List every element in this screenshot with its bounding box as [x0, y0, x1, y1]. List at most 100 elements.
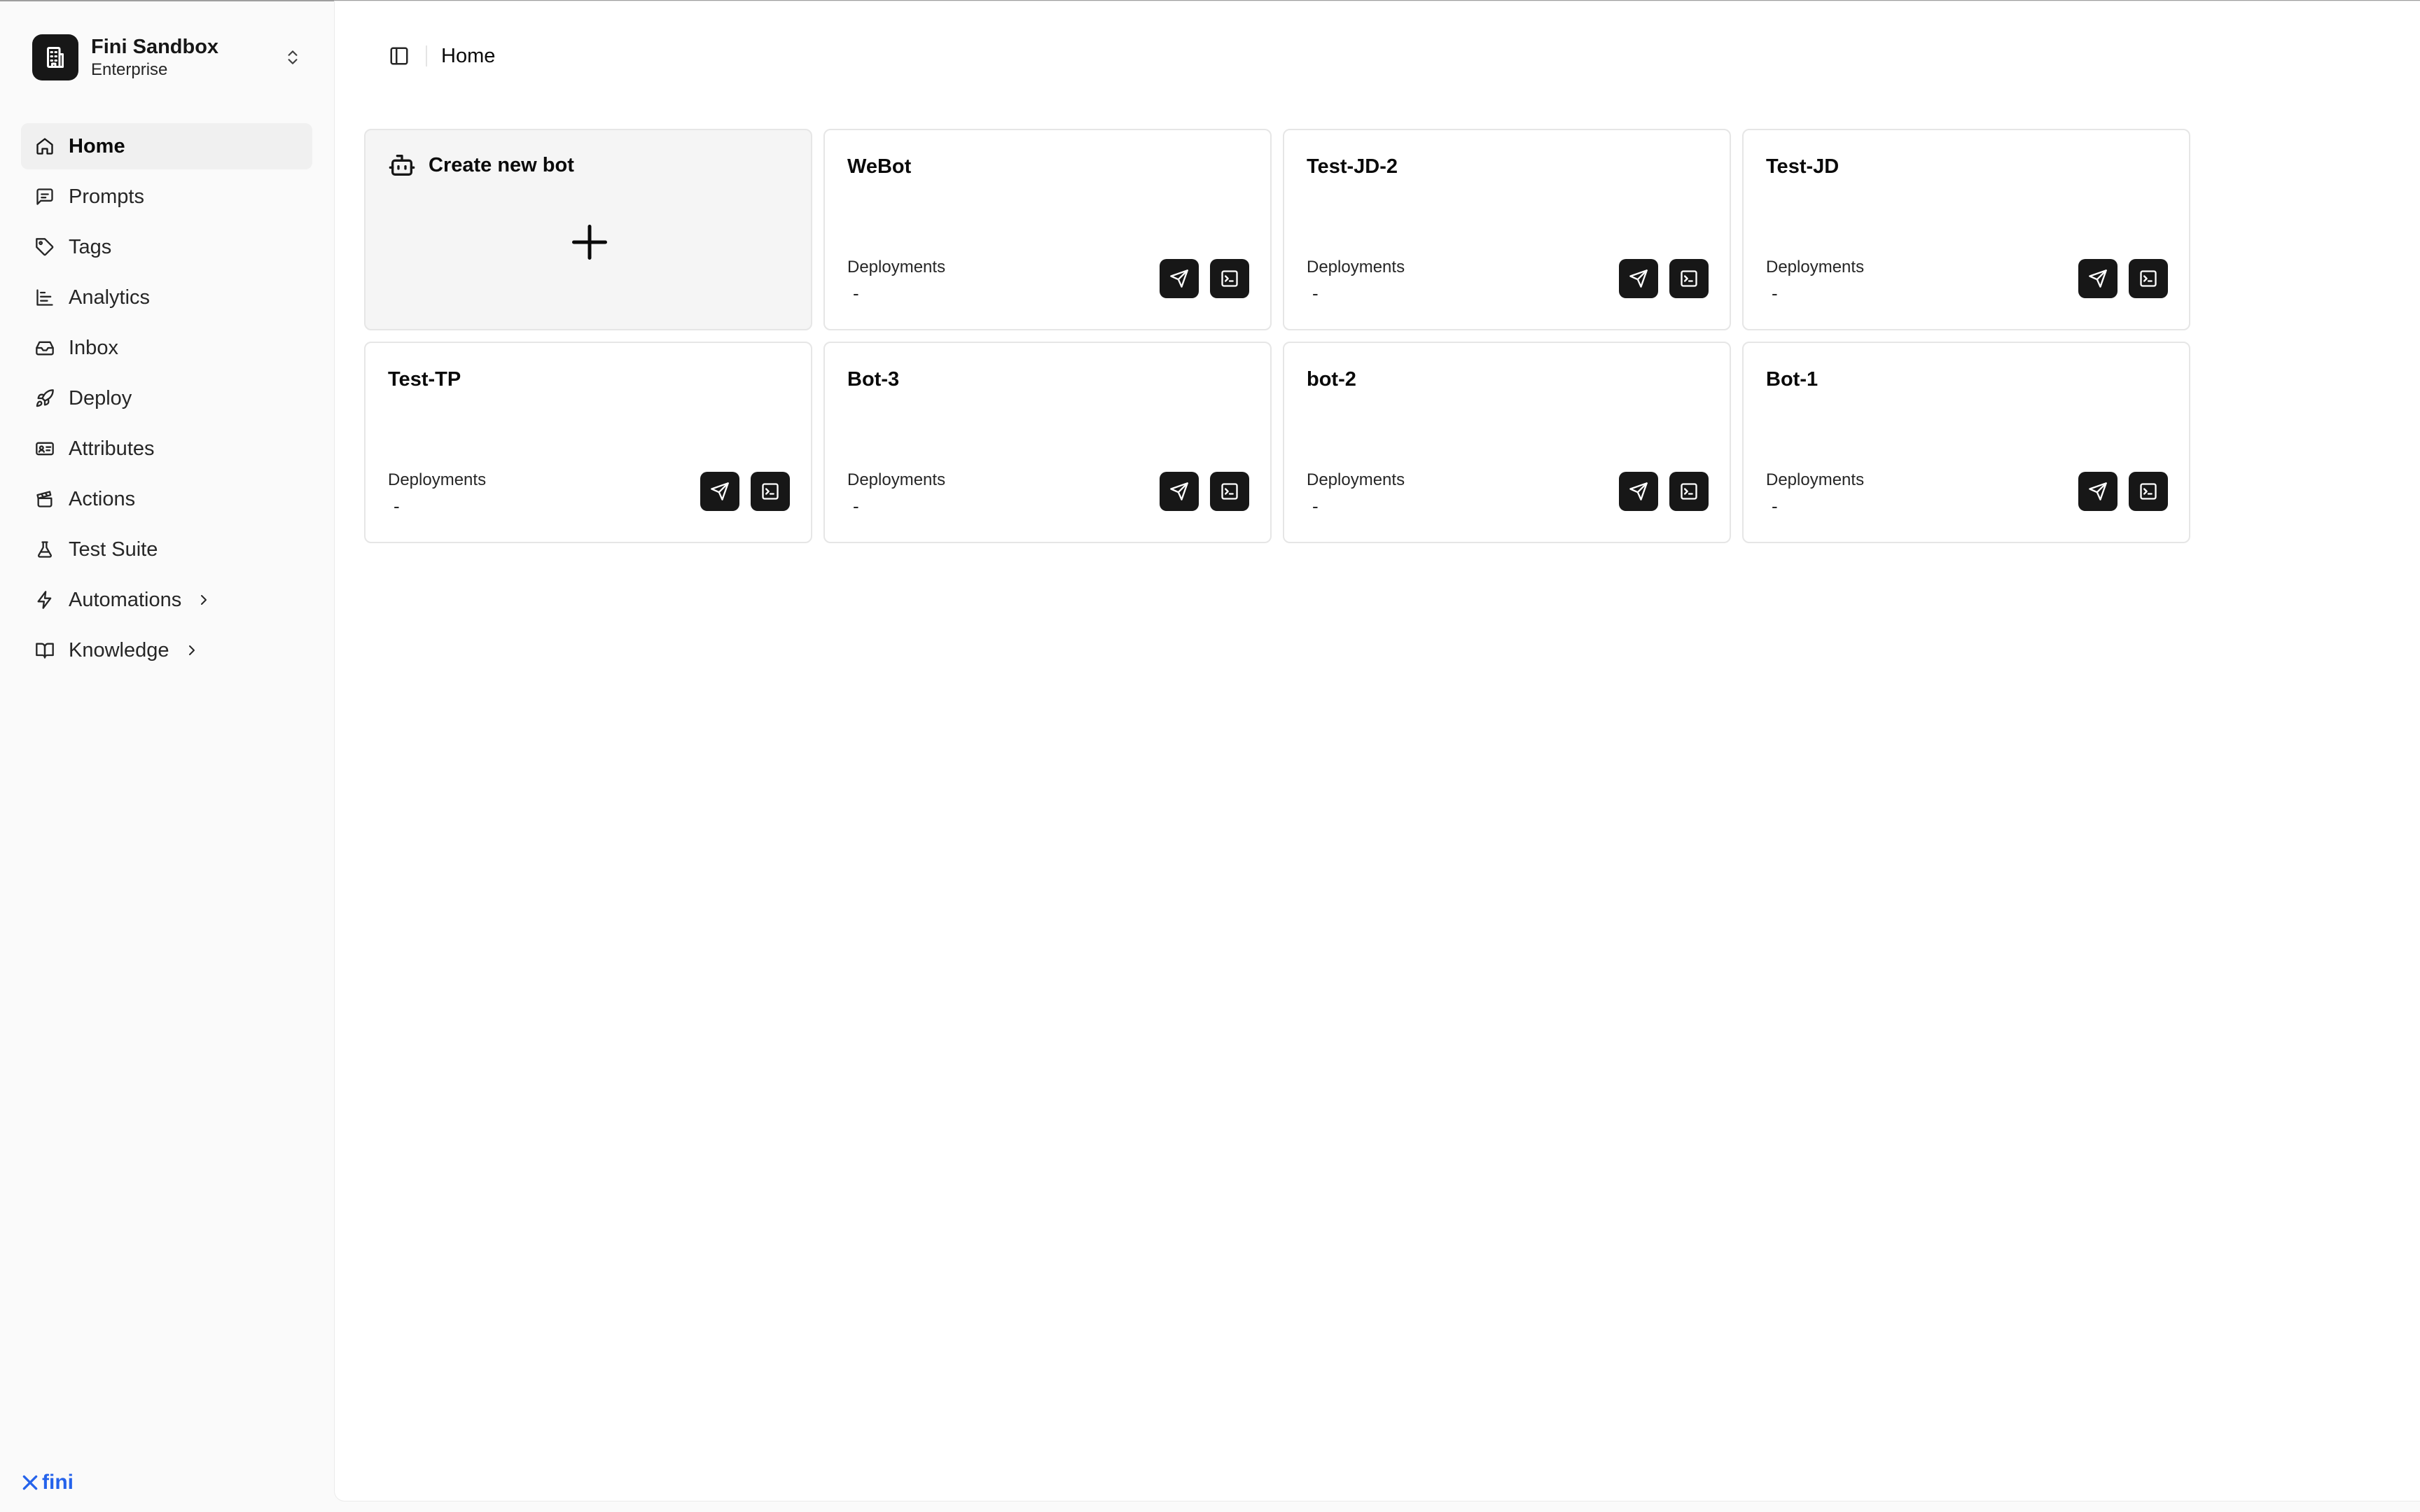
sidebar: Fini Sandbox Enterprise Home Prompts Tag…	[0, 1, 335, 1512]
header: Home	[380, 36, 495, 76]
deployments-label: Deployments	[388, 470, 487, 489]
sidebar-item-label: Inbox	[69, 336, 118, 359]
terminal-button[interactable]	[1210, 259, 1249, 298]
bot-name: Test-JD-2	[1307, 155, 1398, 178]
sidebar-toggle-button[interactable]	[380, 36, 419, 76]
sidebar-item-analytics[interactable]: Analytics	[21, 274, 312, 321]
bot-name: WeBot	[847, 155, 912, 178]
bot-name: Test-TP	[388, 368, 461, 391]
deployments-value: -	[1312, 496, 1319, 517]
bot-card[interactable]: Test-JD-2 Deployments -	[1283, 129, 1731, 330]
fini-x-icon	[22, 1475, 38, 1490]
deployments-value: -	[394, 496, 400, 517]
sidebar-item-attributes[interactable]: Attributes	[21, 426, 312, 472]
deployments-label: Deployments	[847, 258, 946, 276]
terminal-icon	[762, 483, 779, 500]
panel-left-icon	[390, 47, 408, 65]
terminal-icon	[1221, 270, 1238, 287]
deployments-label: Deployments	[1766, 470, 1865, 489]
bot-name: bot-2	[1307, 368, 1356, 391]
bot-card[interactable]: bot-2 Deployments -	[1283, 342, 1731, 543]
deployments-value: -	[1772, 496, 1778, 517]
sidebar-item-prompts[interactable]: Prompts	[21, 174, 312, 220]
org-switcher[interactable]: Fini Sandbox Enterprise	[32, 32, 305, 83]
send-icon	[711, 482, 729, 500]
terminal-icon	[1681, 270, 1697, 287]
chevron-right-icon[interactable]	[182, 640, 202, 660]
brand-logo: fini	[21, 1469, 74, 1497]
deployments-label: Deployments	[1307, 258, 1405, 276]
bot-card[interactable]: Test-JD Deployments -	[1742, 129, 2190, 330]
create-bot-card[interactable]: Create new bot	[364, 129, 812, 330]
sidebar-item-test-suite[interactable]: Test Suite	[21, 526, 312, 573]
bar-chart-icon	[34, 286, 56, 309]
sidebar-item-label: Analytics	[69, 286, 151, 309]
terminal-icon	[1681, 483, 1697, 500]
org-name: Fini Sandbox	[91, 36, 219, 58]
plus-icon[interactable]	[569, 221, 611, 263]
bot-card[interactable]: Bot-1 Deployments -	[1742, 342, 2190, 543]
terminal-icon	[2140, 270, 2157, 287]
header-divider	[426, 46, 427, 66]
send-icon	[1170, 482, 1188, 500]
bot-card[interactable]: WeBot Deployments -	[823, 129, 1272, 330]
home-icon	[34, 135, 56, 158]
sidebar-item-inbox[interactable]: Inbox	[21, 325, 312, 371]
book-open-icon	[34, 639, 56, 662]
bot-card[interactable]: Bot-3 Deployments -	[823, 342, 1272, 543]
chevron-right-icon[interactable]	[194, 590, 214, 610]
sidebar-item-label: Deploy	[69, 386, 132, 410]
sidebar-item-label: Prompts	[69, 185, 144, 208]
send-icon	[1629, 270, 1648, 288]
deployments-value: -	[1772, 283, 1778, 304]
send-button[interactable]	[1619, 259, 1658, 298]
sidebar-item-automations[interactable]: Automations	[21, 577, 312, 623]
flask-icon	[34, 538, 56, 561]
sidebar-nav: Home Prompts Tags Analytics Inbox Deploy…	[21, 123, 312, 678]
sidebar-item-label: Automations	[69, 588, 182, 611]
terminal-button[interactable]	[2129, 472, 2168, 511]
send-icon	[2089, 270, 2107, 288]
sidebar-item-deploy[interactable]: Deploy	[21, 375, 312, 421]
bot-grid: Create new bot WeBot Deployments - Test-…	[364, 129, 2190, 543]
create-bot-label: Create new bot	[429, 153, 574, 176]
terminal-button[interactable]	[1210, 472, 1249, 511]
terminal-button[interactable]	[1669, 472, 1709, 511]
sidebar-item-label: Home	[69, 134, 125, 158]
deployments-value: -	[1312, 283, 1319, 304]
deployments-label: Deployments	[1766, 258, 1865, 276]
sidebar-item-label: Actions	[69, 487, 136, 510]
send-button[interactable]	[2078, 259, 2118, 298]
bot-name: Bot-1	[1766, 368, 1819, 391]
deployments-label: Deployments	[847, 470, 946, 489]
send-button[interactable]	[700, 472, 739, 511]
terminal-button[interactable]	[2129, 259, 2168, 298]
terminal-icon	[2140, 483, 2157, 500]
send-button[interactable]	[2078, 472, 2118, 511]
sidebar-item-label: Test Suite	[69, 538, 158, 561]
app: Fini Sandbox Enterprise Home Prompts Tag…	[0, 0, 2420, 1512]
terminal-button[interactable]	[751, 472, 790, 511]
terminal-button[interactable]	[1669, 259, 1709, 298]
chevrons-up-down-icon[interactable]	[280, 45, 305, 70]
breadcrumb: Home	[441, 44, 496, 67]
sidebar-item-label: Attributes	[69, 437, 155, 460]
sidebar-item-home[interactable]: Home	[21, 123, 312, 169]
terminal-icon	[1221, 483, 1238, 500]
deployments-label: Deployments	[1307, 470, 1405, 489]
org-logo	[32, 34, 78, 80]
clapperboard-icon	[34, 488, 56, 510]
sidebar-item-tags[interactable]: Tags	[21, 224, 312, 270]
tag-icon	[34, 236, 56, 258]
send-button[interactable]	[1160, 472, 1199, 511]
sidebar-item-actions[interactable]: Actions	[21, 476, 312, 522]
message-square-icon	[34, 186, 56, 208]
send-button[interactable]	[1619, 472, 1658, 511]
sidebar-item-label: Knowledge	[69, 638, 169, 662]
sidebar-item-knowledge[interactable]: Knowledge	[21, 627, 312, 673]
bot-card[interactable]: Test-TP Deployments -	[364, 342, 812, 543]
bot-name: Bot-3	[847, 368, 900, 391]
deployments-value: -	[853, 283, 859, 304]
org-plan: Enterprise	[91, 60, 168, 79]
send-button[interactable]	[1160, 259, 1199, 298]
